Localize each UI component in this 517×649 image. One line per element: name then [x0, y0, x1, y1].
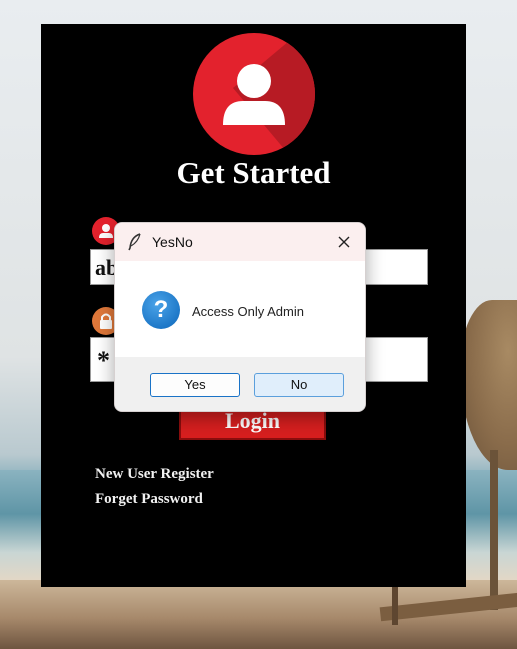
dialog-footer: Yes No [115, 357, 365, 411]
dialog-message: Access Only Admin [192, 304, 304, 319]
dialog-title-bar: YesNo [115, 223, 365, 261]
question-icon: ? [142, 291, 180, 329]
wooden-pole-decoration [392, 585, 398, 625]
no-button[interactable]: No [254, 373, 344, 397]
dialog-body: ? Access Only Admin [115, 261, 365, 357]
hut-roof-decoration [460, 300, 517, 470]
yesno-dialog: YesNo ? Access Only Admin Yes No [114, 222, 366, 412]
new-user-register-link[interactable]: New User Register [95, 466, 214, 483]
feather-icon [127, 233, 143, 256]
dialog-title: YesNo [152, 234, 193, 250]
forget-password-link[interactable]: Forget Password [95, 491, 203, 508]
close-icon[interactable] [333, 231, 355, 253]
yes-button[interactable]: Yes [150, 373, 240, 397]
user-avatar-icon [193, 33, 315, 155]
page-title: Get Started [176, 155, 331, 190]
hut-pole-decoration [490, 450, 498, 610]
